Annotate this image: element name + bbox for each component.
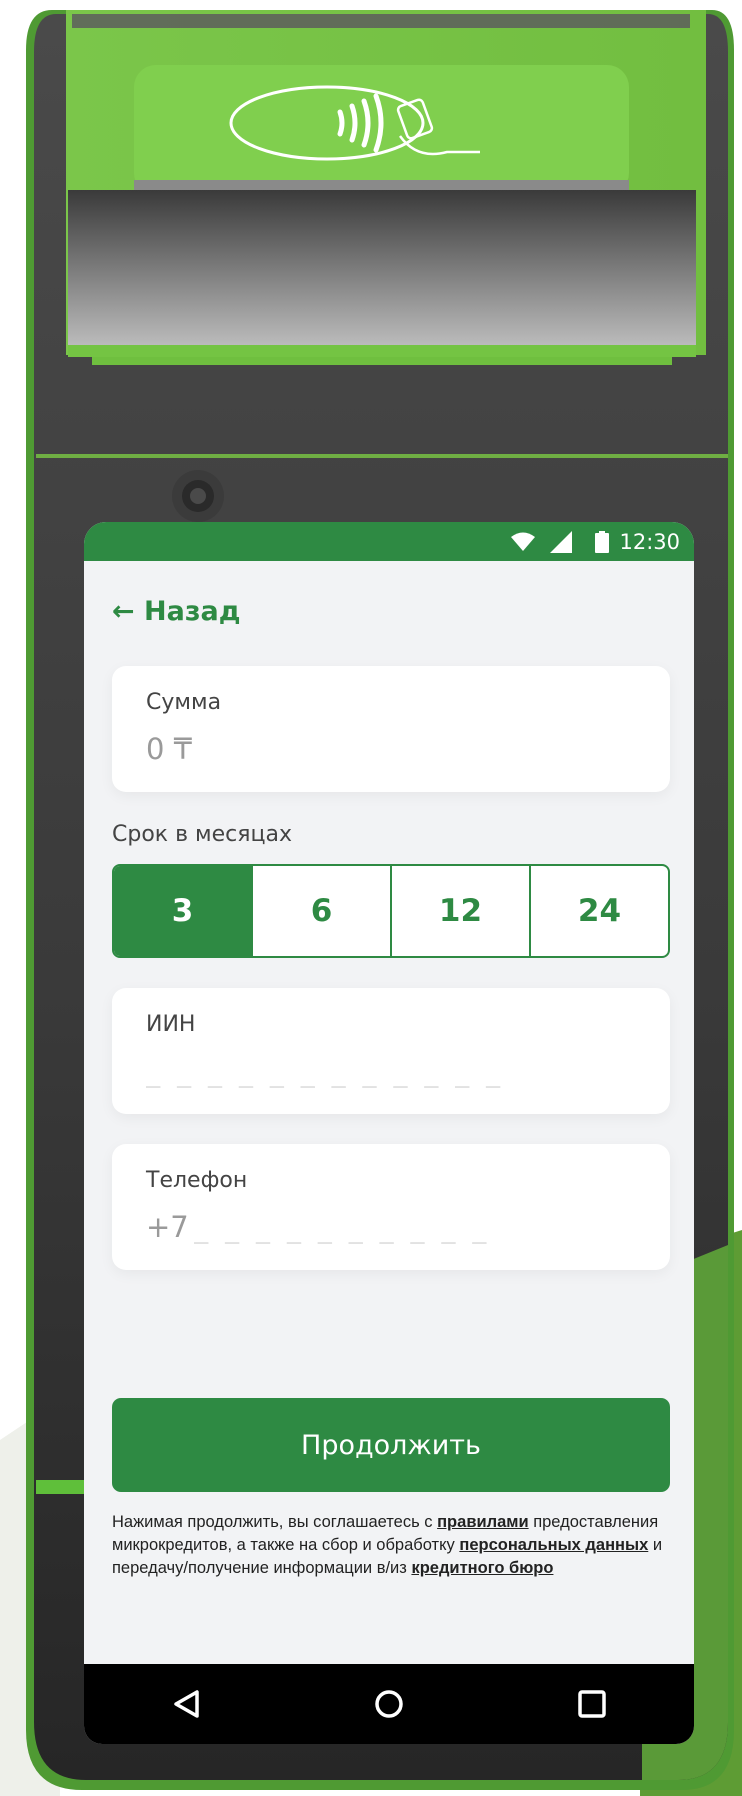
amount-field[interactable]: Сумма 0 ₸ bbox=[112, 666, 670, 792]
nav-home-button[interactable] bbox=[359, 1674, 419, 1734]
phone-prefix: +7 bbox=[146, 1210, 189, 1244]
credit-bureau-link[interactable]: кредитного бюро bbox=[411, 1559, 553, 1577]
phone-label: Телефон bbox=[146, 1168, 248, 1193]
personal-data-link[interactable]: персональных данных bbox=[459, 1536, 648, 1554]
phone-screen: 12:30 ← Назад Сумма 0 ₸ Срок в месяцах 3… bbox=[84, 522, 694, 1744]
iin-placeholder: _ _ _ _ _ _ _ _ _ _ _ _ bbox=[146, 1060, 502, 1088]
term-option-6[interactable]: 6 bbox=[251, 866, 390, 956]
nav-recents-button[interactable] bbox=[562, 1674, 622, 1734]
rules-link[interactable]: правилами bbox=[437, 1513, 529, 1531]
phone-placeholder: _ _ _ _ _ _ _ _ _ _ bbox=[194, 1216, 488, 1244]
amount-label: Сумма bbox=[146, 690, 222, 715]
term-option-3[interactable]: 3 bbox=[114, 866, 251, 956]
legal-text-part1: Нажимая продолжить, вы соглашаетесь с bbox=[112, 1513, 438, 1531]
status-time: 12:30 bbox=[619, 530, 680, 554]
nav-back-button[interactable] bbox=[156, 1674, 216, 1734]
term-selector: 3 6 12 24 bbox=[112, 864, 670, 958]
signal-icon bbox=[550, 531, 572, 553]
navigation-bar bbox=[84, 1664, 694, 1744]
term-option-24[interactable]: 24 bbox=[529, 866, 668, 956]
iin-label: ИИН bbox=[146, 1012, 196, 1037]
continue-label: Продолжить bbox=[301, 1429, 481, 1461]
iin-field[interactable]: ИИН _ _ _ _ _ _ _ _ _ _ _ _ bbox=[112, 988, 670, 1114]
wifi-icon bbox=[511, 532, 535, 551]
status-bar: 12:30 bbox=[84, 522, 694, 561]
term-label: Срок в месяцах bbox=[112, 822, 292, 847]
circle-home-icon bbox=[375, 1690, 403, 1718]
triangle-back-icon bbox=[173, 1690, 199, 1718]
back-button[interactable]: ← Назад bbox=[112, 596, 241, 627]
square-recents-icon bbox=[578, 1690, 607, 1718]
back-label: ← Назад bbox=[112, 596, 241, 627]
legal-consent-text: Нажимая продолжить, вы соглашаетесь с пр… bbox=[112, 1511, 672, 1580]
continue-button[interactable]: Продолжить bbox=[112, 1398, 670, 1492]
term-option-12[interactable]: 12 bbox=[390, 866, 529, 956]
battery-icon bbox=[595, 531, 609, 553]
phone-field[interactable]: Телефон +7 _ _ _ _ _ _ _ _ _ _ bbox=[112, 1144, 670, 1270]
amount-value: 0 ₸ bbox=[146, 732, 193, 766]
